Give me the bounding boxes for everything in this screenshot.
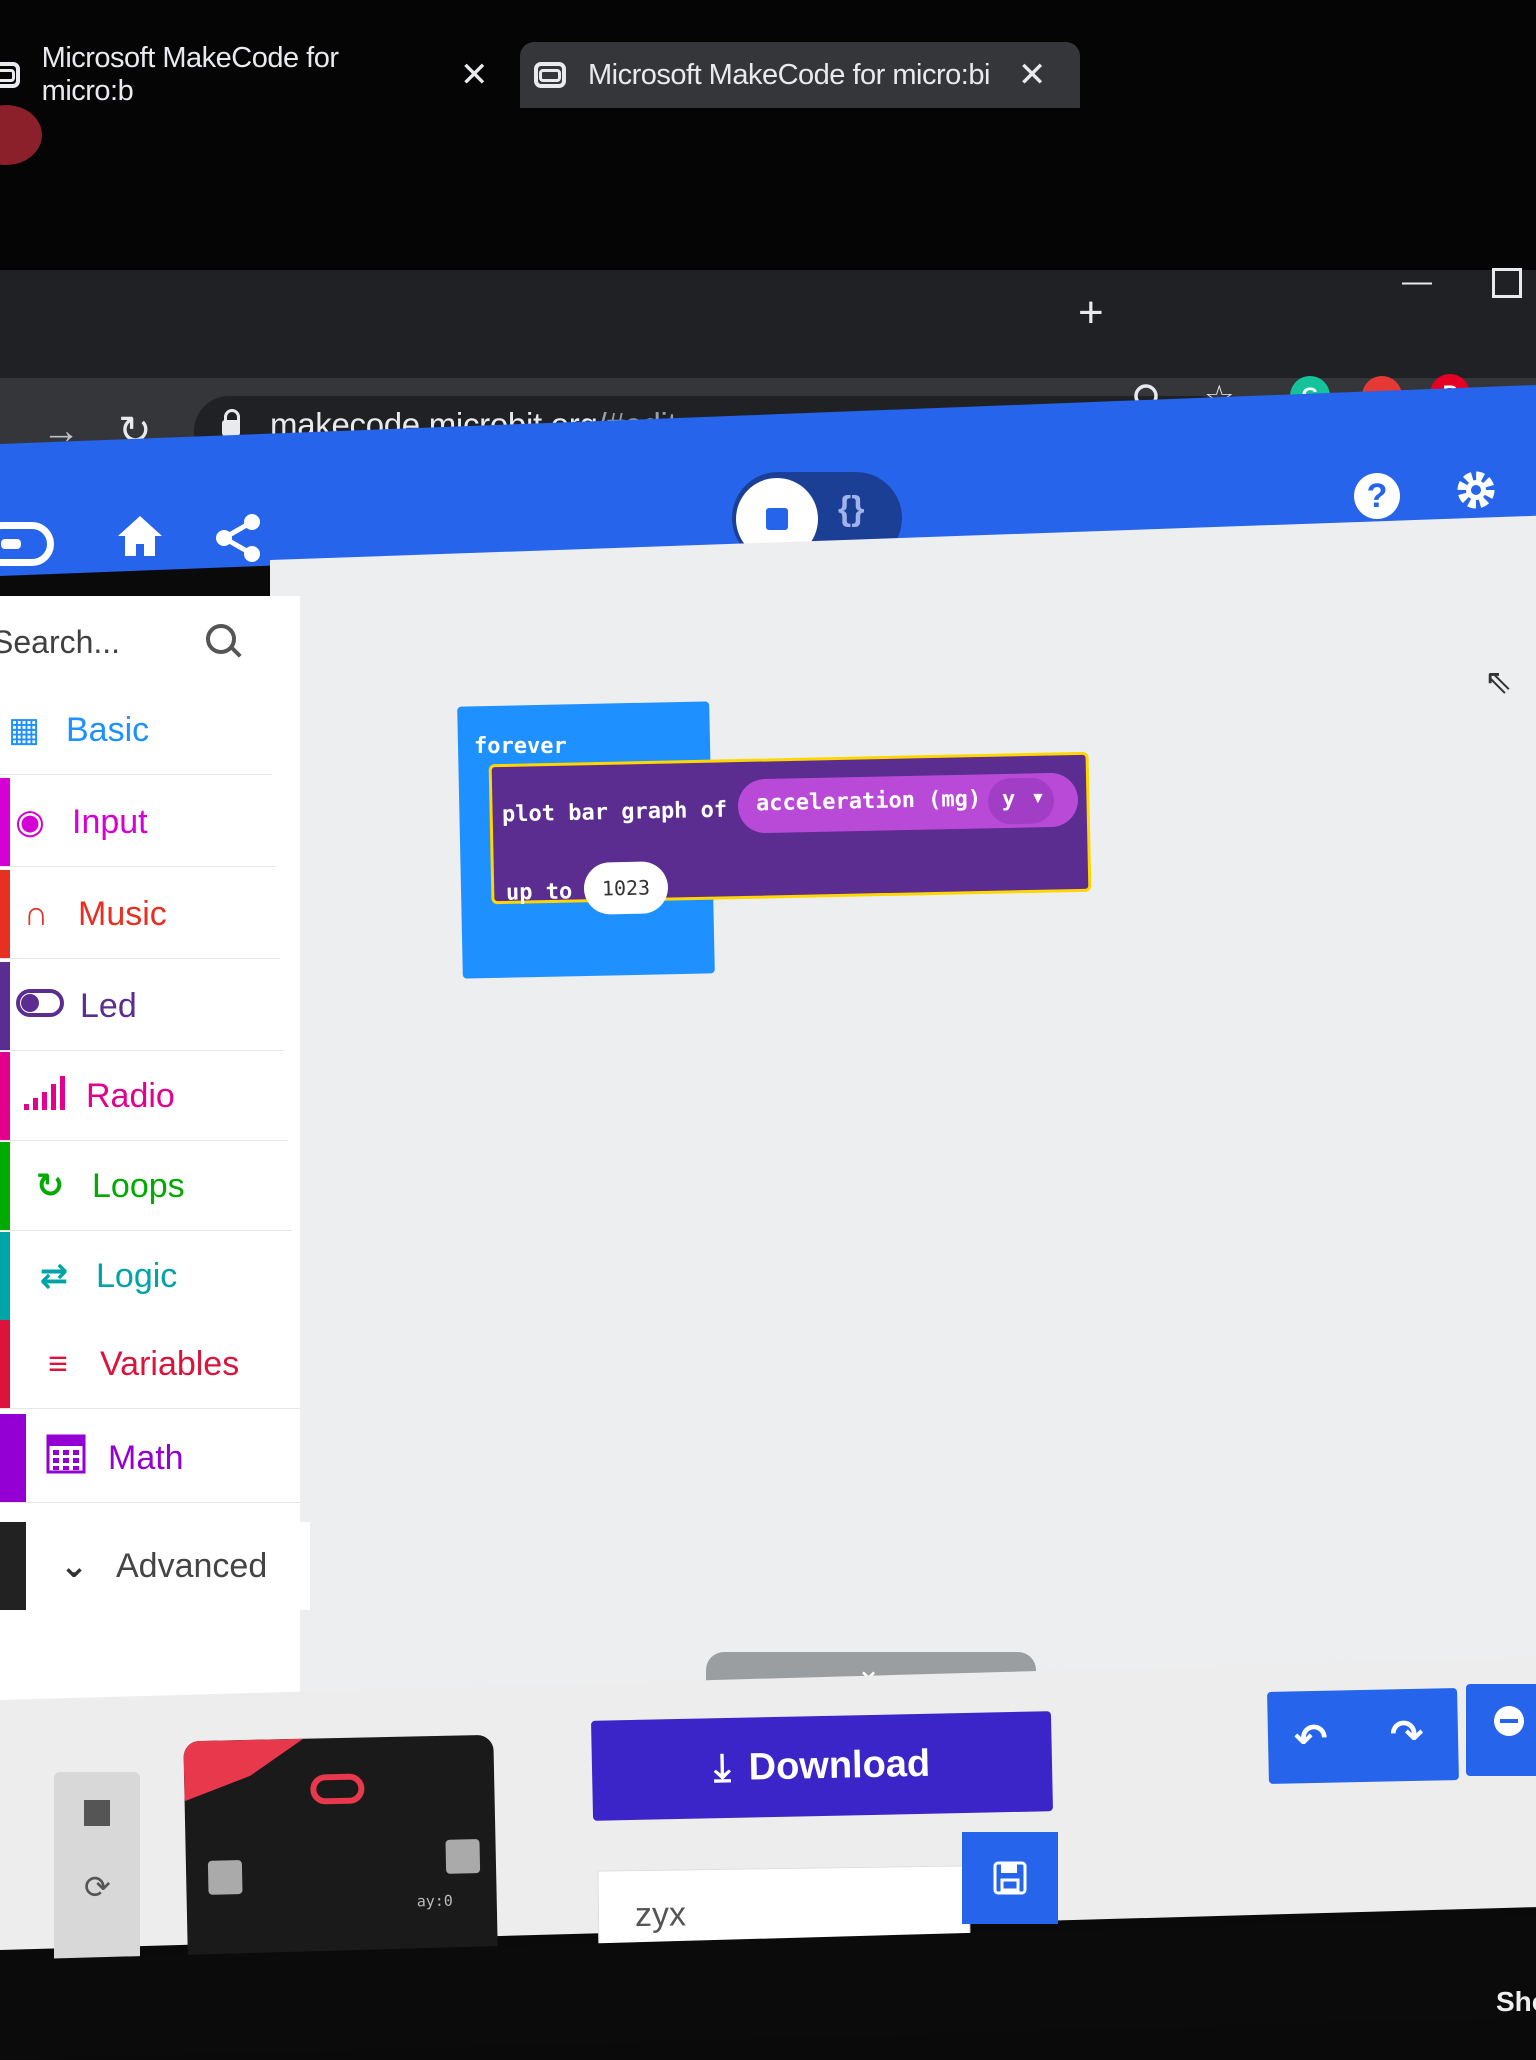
stop-simulator-button[interactable] (84, 1800, 110, 1826)
browser-tab-strip (0, 270, 1536, 380)
maximize-icon[interactable] (1492, 268, 1522, 298)
download-button[interactable]: ⤓ Download (591, 1711, 1053, 1821)
max-value-input[interactable]: 1023 (583, 861, 669, 915)
chevron-down-icon: ⌄ (59, 1547, 89, 1585)
loop-icon: ↻ (35, 1167, 65, 1205)
toolbox-item-basic[interactable]: ▦ Basic (0, 686, 272, 775)
makecode-favicon-icon (0, 62, 20, 88)
acceleration-label: acceleration (mg) (755, 786, 982, 817)
lock-icon[interactable] (222, 409, 240, 436)
search-icon[interactable] (206, 624, 236, 654)
taskbar-text: Sho (1496, 1986, 1536, 2017)
zoom-out-icon (1494, 1706, 1524, 1736)
floppy-disk-icon (993, 1861, 1027, 1895)
signal-icon (22, 1074, 66, 1119)
toolbox-item-music[interactable]: ∩ Music (0, 870, 280, 959)
share-icon[interactable] (214, 512, 264, 569)
mouse-cursor-icon: ⇖ (1484, 663, 1513, 701)
gear-icon[interactable] (1452, 466, 1500, 519)
tab-title: Microsoft MakeCode for micro:b (41, 42, 339, 107)
toolbox-item-led[interactable]: Led (0, 962, 284, 1051)
restart-simulator-button[interactable]: ⟳ (84, 1868, 111, 1906)
minimize-icon[interactable]: — (1402, 265, 1432, 299)
save-button[interactable] (962, 1832, 1058, 1924)
toolbox-item-logic[interactable]: ⇄ Logic (0, 1232, 296, 1321)
microbit-logo-icon (310, 1773, 365, 1805)
toolbox-item-radio[interactable]: Radio (0, 1052, 288, 1141)
calculator-icon (44, 1434, 88, 1483)
javascript-mode-button[interactable]: {} (838, 490, 864, 529)
tab-close-icon[interactable]: ✕ (460, 55, 489, 95)
lines-icon: ≡ (48, 1344, 68, 1383)
browser-tab-1[interactable]: Microsoft MakeCode for micro:b ✕ (0, 42, 489, 108)
blocks-workspace[interactable] (270, 515, 1536, 1740)
toolbox-item-input[interactable]: ◉ Input (0, 778, 276, 867)
browser-tab-2-active[interactable]: Microsoft MakeCode for micro:bi ✕ (520, 42, 1080, 108)
makecode-favicon-icon (534, 62, 566, 88)
grid-icon: ▦ (7, 711, 41, 749)
up-to-label: up to (505, 879, 573, 906)
home-icon[interactable] (114, 512, 166, 565)
toolbox-item-math[interactable]: Math (0, 1414, 300, 1503)
headphones-icon: ∩ (23, 894, 49, 933)
accelerometer-readout: ay:0 (416, 1891, 454, 1911)
toggle-icon (16, 987, 64, 1026)
tab-close-icon[interactable]: ✕ (1018, 55, 1047, 95)
toolbox-item-loops[interactable]: ↻ Loops (0, 1142, 292, 1231)
toolbox-item-variables[interactable]: ≡ Variables (0, 1320, 300, 1409)
plot-bar-graph-label: plot bar graph of (501, 797, 728, 828)
undo-icon[interactable]: ↶ (1294, 1716, 1328, 1762)
search-input[interactable]: Search... (0, 624, 120, 661)
target-icon: ◉ (15, 803, 45, 841)
button-b[interactable] (445, 1839, 481, 1874)
tab-title: Microsoft MakeCode for micro:bi (588, 58, 990, 91)
download-icon: ⤓ (713, 1746, 732, 1789)
new-tab-button[interactable]: + (1078, 288, 1104, 338)
button-a[interactable] (207, 1860, 243, 1895)
dropdown-arrow-icon: ▼ (1030, 790, 1046, 807)
microbit-corner-accent (183, 1739, 304, 1802)
help-button[interactable]: ? (1354, 473, 1400, 519)
puzzle-icon (766, 508, 788, 530)
shuffle-icon: ⇄ (39, 1257, 69, 1295)
axis-dropdown-value: y (1002, 787, 1016, 812)
forever-label: forever (474, 734, 567, 759)
toolbox-item-advanced[interactable]: ⌄ Advanced (0, 1522, 310, 1610)
redo-icon[interactable]: ↷ (1390, 1712, 1424, 1758)
microbit-logo-icon[interactable] (0, 522, 54, 566)
